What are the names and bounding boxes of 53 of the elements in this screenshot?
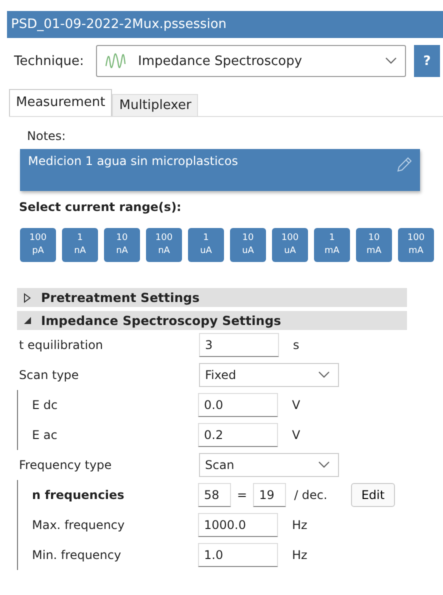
- section-header[interactable]: Impedance Spectroscopy Settings: [17, 311, 407, 330]
- input-field[interactable]: 58: [198, 483, 231, 507]
- current-range-label: Select current range(s):: [18, 200, 182, 214]
- unit-label: Hz: [292, 518, 308, 532]
- input-field[interactable]: 19: [253, 483, 286, 507]
- unit-label: s: [293, 338, 300, 352]
- parameter-label: Min. frequency: [32, 548, 122, 562]
- technique-dropdown[interactable]: Impedance Spectroscopy: [96, 45, 406, 77]
- parameter-label: n frequencies: [32, 488, 126, 502]
- current-range-button[interactable]: 1 nA: [62, 228, 98, 262]
- tab[interactable]: Measurement: [9, 89, 112, 116]
- current-range-button[interactable]: 100 pA: [20, 228, 56, 262]
- unit-label: V: [292, 398, 300, 412]
- current-range-button[interactable]: 10 mA: [356, 228, 392, 262]
- edit-button[interactable]: Edit: [351, 483, 395, 507]
- current-range-button[interactable]: 1 uA: [188, 228, 224, 262]
- parameter-label: E dc: [32, 398, 59, 412]
- input-field[interactable]: 1.0: [198, 543, 278, 567]
- current-range-button[interactable]: 10 uA: [230, 228, 266, 262]
- unit-label: / dec.: [294, 488, 328, 502]
- chevron-down-icon: [318, 461, 330, 469]
- window-title: PSD_01-09-2022-2Mux.pssession: [7, 11, 443, 38]
- dropdown[interactable]: Fixed: [199, 363, 339, 387]
- unit-label: Hz: [292, 548, 308, 562]
- input-field[interactable]: 1000.0: [198, 513, 278, 537]
- help-button[interactable]: ?: [414, 45, 440, 77]
- notes-field[interactable]: Medicion 1 agua sin microplasticos: [20, 149, 420, 191]
- parameter-label: t equilibration: [19, 338, 104, 352]
- equals-sign: =: [237, 488, 248, 502]
- collapsed-triangle-icon: [23, 292, 32, 302]
- unit-label: V: [292, 428, 300, 442]
- wave-icon: [105, 52, 126, 70]
- current-range-button[interactable]: 100 mA: [398, 228, 434, 262]
- input-field[interactable]: 0.2: [198, 423, 278, 447]
- pencil-icon: [396, 157, 412, 173]
- parameter-label: Max. frequency: [32, 518, 126, 532]
- notes-label: Notes:: [26, 128, 67, 143]
- parameter-label: E ac: [32, 428, 58, 442]
- current-range-button[interactable]: 1 mA: [314, 228, 350, 262]
- tab[interactable]: Multiplexer: [112, 94, 198, 116]
- current-range-button[interactable]: 10 nA: [104, 228, 140, 262]
- chevron-down-icon: [385, 57, 397, 65]
- current-range-button[interactable]: 100 nA: [146, 228, 182, 262]
- parameter-label: Scan type: [19, 368, 80, 382]
- expanded-triangle-icon: [23, 316, 32, 325]
- input-field[interactable]: 0.0: [198, 393, 278, 417]
- dropdown[interactable]: Scan: [199, 453, 339, 477]
- current-range-button[interactable]: 100 uA: [272, 228, 308, 262]
- technique-label: Technique:: [14, 54, 85, 68]
- chevron-down-icon: [318, 371, 330, 379]
- section-header[interactable]: Pretreatment Settings: [17, 288, 407, 307]
- input-field[interactable]: 3: [199, 333, 279, 357]
- parameter-label: Frequency type: [19, 458, 113, 472]
